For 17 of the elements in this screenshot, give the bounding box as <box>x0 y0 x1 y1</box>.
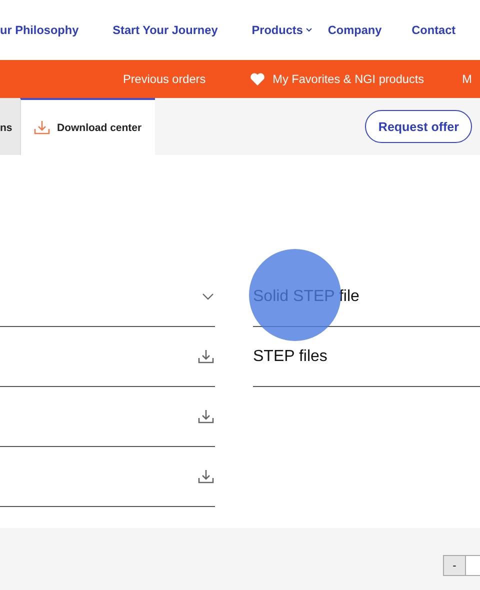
tab[interactable]: Download center <box>20 98 155 155</box>
download-icon[interactable] <box>198 469 214 484</box>
request-offer-button[interactable]: Request offer <box>365 110 472 143</box>
nav-link[interactable]: Company <box>328 23 382 37</box>
download-icon[interactable] <box>198 409 214 424</box>
nav-link[interactable]: Products <box>252 23 312 37</box>
decrement-button[interactable]: - <box>443 555 466 576</box>
tab[interactable]: ns <box>0 98 20 155</box>
file-type-option[interactable]: STEP files <box>253 348 328 366</box>
nav-link[interactable]: ur Philosophy <box>0 23 79 37</box>
nav-link[interactable]: Start Your Journey <box>112 23 218 37</box>
nav-link[interactable]: Contact <box>412 23 456 37</box>
heart-icon <box>250 72 265 86</box>
quantity-field[interactable] <box>466 555 480 576</box>
download-icon[interactable] <box>198 349 214 364</box>
chevron-down-icon[interactable] <box>202 293 214 300</box>
download-icon <box>34 120 50 135</box>
